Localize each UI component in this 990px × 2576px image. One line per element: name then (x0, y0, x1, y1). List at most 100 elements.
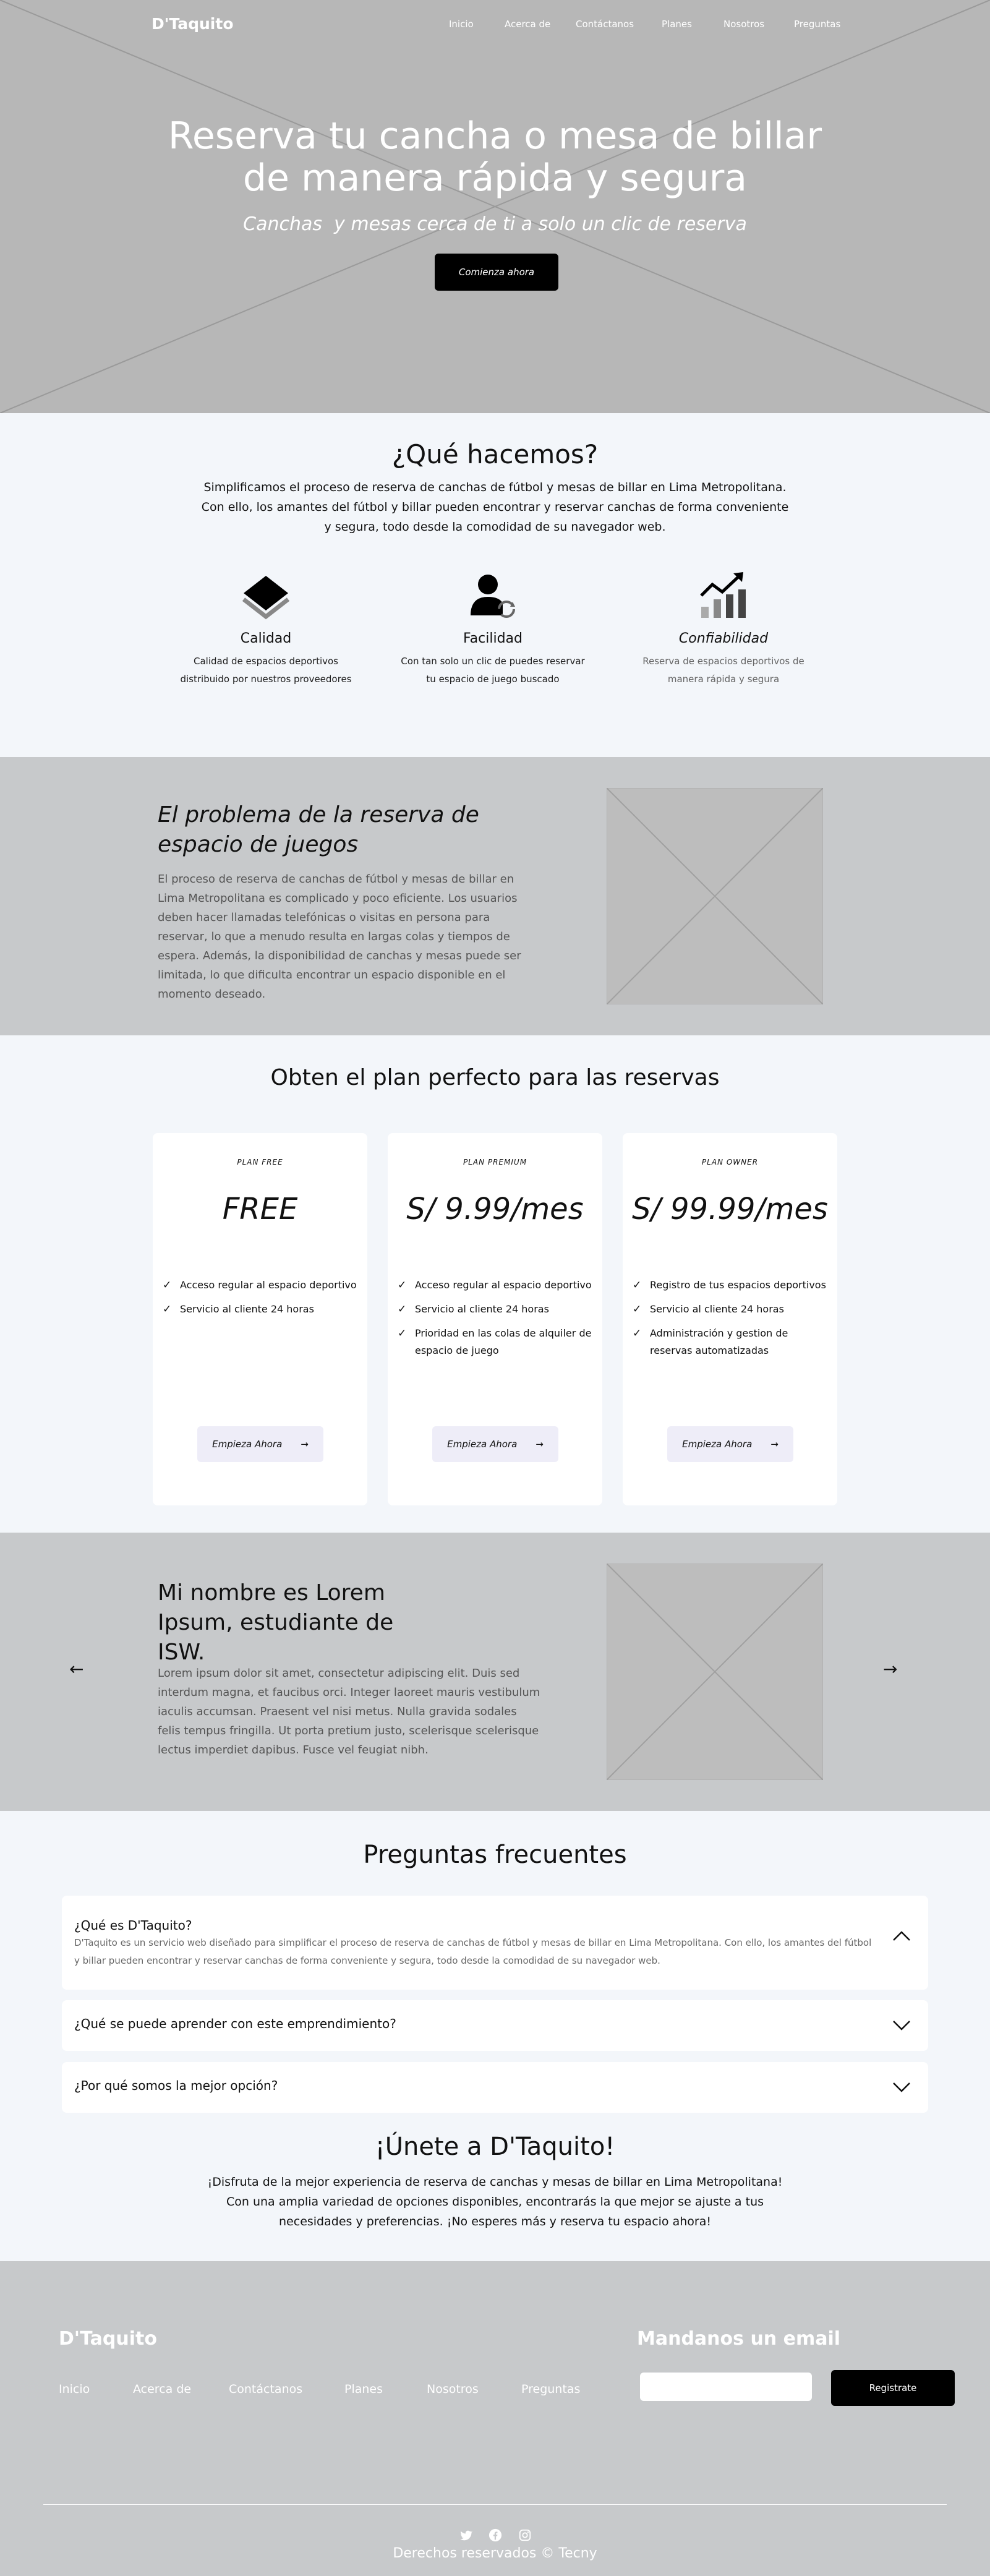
plan-card-owner: PLAN OWNER S/ 99.99/mes ✓ Registro de tus… (623, 1133, 837, 1505)
check-icon: ✓ (398, 1303, 407, 1316)
carousel-prev-button[interactable]: ← (69, 1659, 83, 1679)
nav-link-contactanos[interactable]: Contáctanos (576, 19, 634, 30)
footer-link-acerca[interactable]: Acerca de (133, 2382, 191, 2396)
check-icon: ✓ (398, 1279, 407, 1291)
footer-link-contactanos[interactable]: Contáctanos (229, 2382, 302, 2396)
facebook-icon[interactable] (489, 2528, 502, 2542)
user-sync-icon (400, 568, 586, 623)
carousel-next-button[interactable]: → (883, 1659, 897, 1679)
nav-link-acerca[interactable]: Acerca de (505, 19, 550, 30)
footer-link-planes[interactable]: Planes (344, 2382, 383, 2396)
feature-reliability: Confiabilidad Reserva de espacios deport… (631, 568, 816, 688)
plan-price: S/ 9.99/mes (406, 1192, 584, 1226)
hero-subtitle: Canchas y mesas cerca de ti a solo un cl… (243, 213, 747, 235)
plan-premium-button[interactable]: Empieza Ahora → (432, 1426, 558, 1462)
faq-item-expanded[interactable]: ¿Qué es D'Taquito? D'Taquito es un servi… (62, 1896, 928, 1990)
arrow-right-icon: → (301, 1439, 309, 1450)
feature-ease: Facilidad Con tan solo un clic de puedes… (400, 568, 586, 688)
plan-features: ✓ Acceso regular al espacio deportivo ✓ Se… (163, 1277, 359, 1325)
plan-card-free: PLAN FREE FREE ✓ Acceso regular al espaci… (153, 1133, 367, 1505)
check-icon: ✓ (163, 1279, 172, 1291)
feature-text: Con tan solo un clic de puedes reservar … (401, 656, 585, 685)
plan-free-button[interactable]: Empieza Ahora → (197, 1426, 323, 1462)
footer: D'Taquito Inicio Acerca de Contáctanos P… (0, 2261, 990, 2576)
footer-link-preguntas[interactable]: Preguntas (521, 2382, 580, 2396)
nav-link-planes[interactable]: Planes (662, 19, 692, 30)
check-icon: ✓ (633, 1327, 642, 1340)
plan-features: ✓ Acceso regular al espacio deportivo ✓ Se… (398, 1277, 594, 1366)
footer-link-nosotros[interactable]: Nosotros (427, 2382, 479, 2396)
faq-section: Preguntas frecuentes ¿Qué es D'Taquito? … (0, 1811, 990, 2261)
nav-link-inicio[interactable]: Inicio (449, 19, 474, 30)
feature-title: Facilidad (463, 631, 523, 646)
what-intro: Simplificamos el proceso de reserva de c… (201, 481, 789, 534)
arrow-left-icon: ← (69, 1659, 84, 1679)
plan-price: FREE (222, 1192, 298, 1226)
start-now-button[interactable]: Comienza ahora (435, 254, 558, 291)
register-button[interactable]: Registrate (831, 2370, 955, 2406)
faq-item[interactable]: ¿Qué se puede aprender con este emprendi… (62, 2000, 928, 2051)
faq-question: ¿Por qué somos la mejor opción? (74, 2078, 278, 2093)
list-item: ✓ Acceso regular al espacio deportivo (163, 1277, 359, 1294)
top-nav: D'Taquito Inicio Acerca de Contáctanos P… (0, 0, 990, 49)
problem-image-placeholder (607, 788, 823, 1004)
faq-title: Preguntas frecuentes (363, 1841, 627, 1869)
list-item: ✓ Administración y gestion de reservas au… (633, 1325, 829, 1359)
footer-divider (43, 2504, 947, 2505)
hero-image-placeholder (0, 0, 990, 413)
chevron-down-icon[interactable] (892, 2020, 911, 2034)
plan-tag: PLAN OWNER (701, 1158, 759, 1166)
testimonial-title: Mi nombre es Lorem Ipsum, estudiante de … (158, 1580, 394, 1665)
social-links (0, 2528, 990, 2542)
footer-brand[interactable]: D'Taquito (59, 2328, 157, 2350)
nav-link-preguntas[interactable]: Preguntas (794, 19, 840, 30)
list-item: ✓ Servicio al cliente 24 horas (398, 1301, 594, 1318)
plan-tag: PLAN PREMIUM (463, 1158, 527, 1166)
list-item: ✓ Acceso regular al espacio deportivo (398, 1277, 594, 1294)
plan-owner-button[interactable]: Empieza Ahora → (667, 1426, 793, 1462)
chevron-down-icon[interactable] (892, 2082, 911, 2095)
plans-title: Obten el plan perfecto para las reservas (270, 1065, 720, 1090)
hero-section: D'Taquito Inicio Acerca de Contáctanos P… (0, 0, 990, 413)
testimonial-image-placeholder (607, 1564, 823, 1780)
faq-item[interactable]: ¿Por qué somos la mejor opción? (62, 2062, 928, 2113)
problem-section: El problema de la reserva de espacio de … (0, 757, 990, 1035)
email-field[interactable] (640, 2373, 812, 2401)
check-icon: ✓ (163, 1303, 172, 1316)
brand-logo[interactable]: D'Taquito (151, 15, 234, 33)
chart-up-icon (631, 568, 816, 623)
plan-tag: PLAN FREE (237, 1158, 283, 1166)
problem-text: El proceso de reserva de canchas de fútb… (158, 873, 521, 1001)
arrow-right-icon: → (770, 1439, 779, 1450)
problem-title: El problema de la reserva de espacio de … (158, 802, 479, 857)
faq-question: ¿Qué se puede aprender con este emprendi… (74, 2016, 396, 2031)
mail-title: Mandanos un email (637, 2328, 841, 2350)
feature-title: Calidad (240, 631, 292, 646)
nav-link-nosotros[interactable]: Nosotros (723, 19, 764, 30)
feature-quality: Calidad Calidad de espacios deportivos d… (173, 568, 359, 688)
list-item: ✓ Servicio al cliente 24 horas (163, 1301, 359, 1318)
list-item: ✓ Registro de tus espacios deportivos (633, 1277, 829, 1294)
faq-answer: D'Taquito es un servicio web diseñado pa… (74, 1937, 872, 1966)
twitter-icon[interactable] (459, 2528, 472, 2542)
chevron-up-icon[interactable] (892, 1930, 911, 1944)
arrow-right-icon: → (883, 1659, 898, 1679)
instagram-icon[interactable] (518, 2528, 532, 2542)
join-title: ¡Únete a D'Taquito! (375, 2133, 615, 2161)
join-text: ¡Disfruta de la mejor experiencia de res… (207, 2175, 783, 2228)
list-item: ✓ Prioridad en las colas de alquiler de e… (398, 1325, 594, 1359)
testimonial-text: Lorem ipsum dolor sit amet, consectetur … (158, 1667, 540, 1757)
faq-question: ¿Qué es D'Taquito? (74, 1918, 192, 1933)
plans-section: Obten el plan perfecto para las reservas… (0, 1035, 990, 1533)
feature-text: Reserva de espacios deportivos de manera… (642, 656, 804, 685)
layers-icon (173, 568, 359, 623)
copyright: Derechos reservados © Tecny (393, 2546, 597, 2561)
list-item: ✓ Servicio al cliente 24 horas (633, 1301, 829, 1318)
arrow-right-icon: → (536, 1439, 544, 1450)
plan-features: ✓ Registro de tus espacios deportivos ✓ Se… (633, 1277, 829, 1366)
check-icon: ✓ (398, 1327, 407, 1340)
feature-text: Calidad de espacios deportivos distribui… (180, 656, 352, 685)
footer-link-inicio[interactable]: Inicio (59, 2382, 90, 2396)
what-title: ¿Qué hacemos? (391, 439, 599, 469)
hero-title: Reserva tu cancha o mesa de billar de man… (168, 114, 822, 200)
